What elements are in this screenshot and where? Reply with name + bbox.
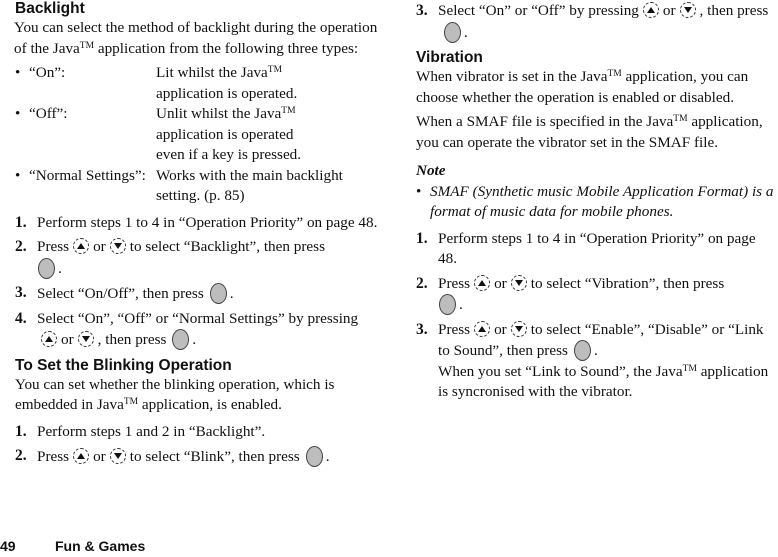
vibration-step-3: 3. Press or to select “Enable”, “Disable” … [416,320,769,400]
blinking-intro: You can set whether the blinking operati… [15,375,335,414]
center-key-icon [209,283,227,304]
backlight-step-3: 3. Select “On/Off”, then press. [15,283,234,304]
blinking-step-1: 1. Perform steps 1 and 2 in “Backlight”. [15,422,266,440]
vibration-heading: Vibration [416,49,483,66]
up-arrow-key-icon [642,2,659,18]
center-key-icon [573,340,591,361]
backlight-step-4: 4. Select “On”, “Off” or “Normal Setting… [15,309,359,350]
bullet: • [15,64,21,81]
backlight-step-2: 2. Press or to select “Backlight”, then pr… [15,238,325,279]
up-arrow-key-icon [474,274,491,291]
down-arrow-key-icon [510,320,527,337]
vibration-step-1: 1. Perform steps 1 to 4 in “Operation Pr… [416,229,756,268]
note-title: Note [416,162,446,179]
blinking-heading: To Set the Blinking Operation [15,356,232,374]
vibration-step-2: 2. Press or to select “Vibration”, then pr… [416,274,725,315]
bullet: • [15,105,21,122]
backlight-intro: You can select the method of backlight d… [14,19,378,57]
up-arrow-key-icon [73,238,90,254]
left-column: Backlight You can select the method of b… [14,0,380,468]
backlight-type-on: • “On”: Lit whilst the JavaTM application… [15,63,380,104]
up-arrow-key-icon [73,448,90,464]
backlight-type-off: • “Off”: Unlit whilst the JavaTM applicat… [15,104,380,166]
down-arrow-key-icon [109,238,126,254]
up-arrow-key-icon [474,320,491,337]
right-column: 3. Select “On” or “Off” by pressing or, t… [416,0,778,403]
blinking-step-2: 2. Press or to select “Blink”, then press. [15,446,330,467]
page-footer: 49 Fun & Games [0,536,145,557]
center-key-icon [38,257,55,279]
down-arrow-key-icon [679,2,696,18]
down-arrow-key-icon [77,331,94,347]
blinking-step-3: 3. Select “On” or “Off” by pressing or, t… [416,2,769,43]
up-arrow-key-icon [41,331,57,347]
bullet: • [15,166,21,184]
page-number: 49 [0,538,16,554]
backlight-type-normal: • “Normal Settings”: Works with the main… [15,166,380,207]
center-key-icon [305,446,323,467]
bullet: • [416,182,422,200]
vibration-intro-1: When vibrator is set in the JavaTM appli… [416,68,749,106]
note-item: • SMAF (Synthetic music Mobile Applicati… [416,182,778,223]
down-arrow-key-icon [510,274,527,291]
down-arrow-key-icon [109,448,126,464]
backlight-heading: Backlight [15,0,85,17]
section-title: Fun & Games [55,538,146,554]
center-key-icon [439,294,456,315]
center-key-icon [172,329,190,350]
vibration-intro-2: When a SMAF file is specified in the Jav… [416,113,763,151]
backlight-step-1: 1. Perform steps 1 to 4 in “Operation Pr… [15,213,378,231]
center-key-icon [444,21,461,43]
